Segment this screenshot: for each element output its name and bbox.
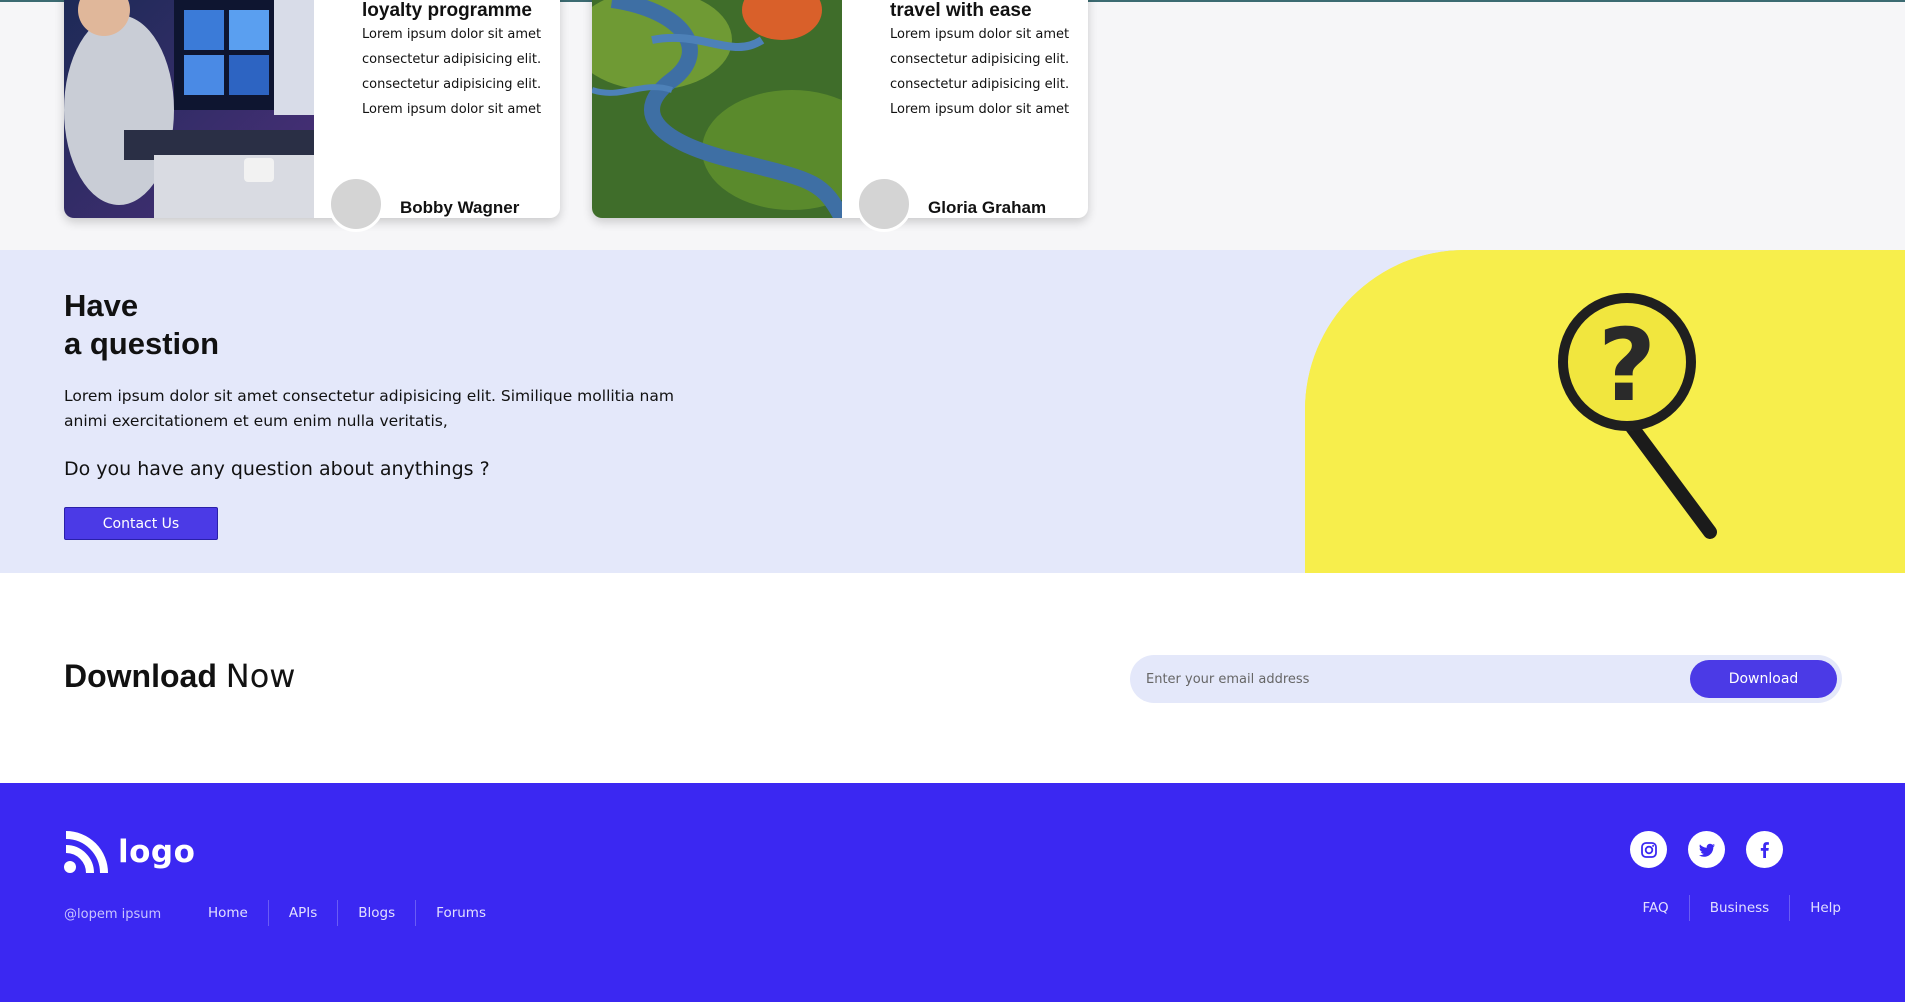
question-prompt: Do you have any question about anythings…	[64, 458, 490, 480]
facebook-icon[interactable]	[1746, 831, 1783, 868]
download-button[interactable]: Download	[1690, 660, 1837, 698]
card-text-line: consectetur adipisicing elit.	[890, 77, 1070, 92]
instagram-icon[interactable]	[1630, 831, 1667, 868]
question-title-line1: Have	[64, 288, 139, 323]
question-title: Have a question	[64, 287, 219, 363]
footer-link-blogs[interactable]: Blogs	[337, 900, 415, 926]
footer-link-home[interactable]: Home	[188, 900, 268, 926]
blog-card[interactable]: loyalty programme Lorem ipsum dolor sit …	[64, 0, 560, 232]
author-avatar	[328, 176, 384, 232]
footer-nav: Home APIs Blogs Forums	[188, 900, 506, 926]
question-section: Have a question Lorem ipsum dolor sit am…	[0, 250, 1905, 573]
download-title: Download Now	[64, 657, 295, 695]
card-text-line: Lorem ipsum dolor sit amet	[890, 102, 1070, 117]
svg-text:?: ?	[1598, 307, 1656, 424]
card-image-river	[592, 0, 842, 218]
download-form: Download	[1130, 655, 1842, 703]
footer-link-faq[interactable]: FAQ	[1623, 895, 1689, 921]
blog-card[interactable]: travel with ease Lorem ipsum dolor sit a…	[592, 0, 1088, 232]
download-title-light: Now	[225, 657, 296, 695]
footer-logo[interactable]: logo	[64, 831, 195, 873]
card-image-office	[64, 0, 314, 218]
magnifier-question-image: ?	[1305, 250, 1905, 573]
author-avatar	[856, 176, 912, 232]
blog-cards: loyalty programme Lorem ipsum dolor sit …	[64, 0, 1164, 250]
question-text: Lorem ipsum dolor sit amet consectetur a…	[64, 387, 674, 430]
card-text-line: consectetur adipisicing elit.	[362, 77, 542, 92]
footer: logo @lopem ipsum Home APIs Blogs Forums…	[0, 783, 1905, 1002]
footer-copyright: @lopem ipsum	[64, 907, 162, 922]
logo-text: logo	[118, 834, 196, 870]
card-title[interactable]: loyalty programme	[362, 0, 552, 22]
card-text-line: Lorem ipsum dolor sit amet	[362, 27, 542, 42]
twitter-icon[interactable]	[1688, 831, 1725, 868]
footer-link-help[interactable]: Help	[1789, 895, 1841, 921]
card-text-line: consectetur adipisicing elit.	[890, 52, 1070, 67]
contact-us-button[interactable]: Contact Us	[64, 507, 218, 540]
question-title-line2: a question	[64, 326, 220, 361]
card-text-line: Lorem ipsum dolor sit amet	[362, 102, 542, 117]
logo-icon	[64, 831, 108, 873]
card-title[interactable]: travel with ease	[890, 0, 1080, 22]
social-links	[1630, 831, 1783, 868]
footer-nav-secondary: FAQ Business Help	[1623, 895, 1841, 921]
author-name: Gloria Graham	[928, 198, 1047, 217]
download-title-strong: Download	[64, 658, 217, 694]
footer-link-business[interactable]: Business	[1688, 895, 1790, 921]
footer-link-apis[interactable]: APIs	[267, 900, 337, 926]
footer-link-forums[interactable]: Forums	[415, 900, 506, 926]
download-section: Download Now Download	[0, 573, 1905, 783]
card-text-line: consectetur adipisicing elit.	[362, 52, 542, 67]
author-name: Bobby Wagner	[400, 198, 520, 217]
email-input[interactable]	[1146, 664, 1666, 694]
card-text-line: Lorem ipsum dolor sit amet	[890, 27, 1070, 42]
